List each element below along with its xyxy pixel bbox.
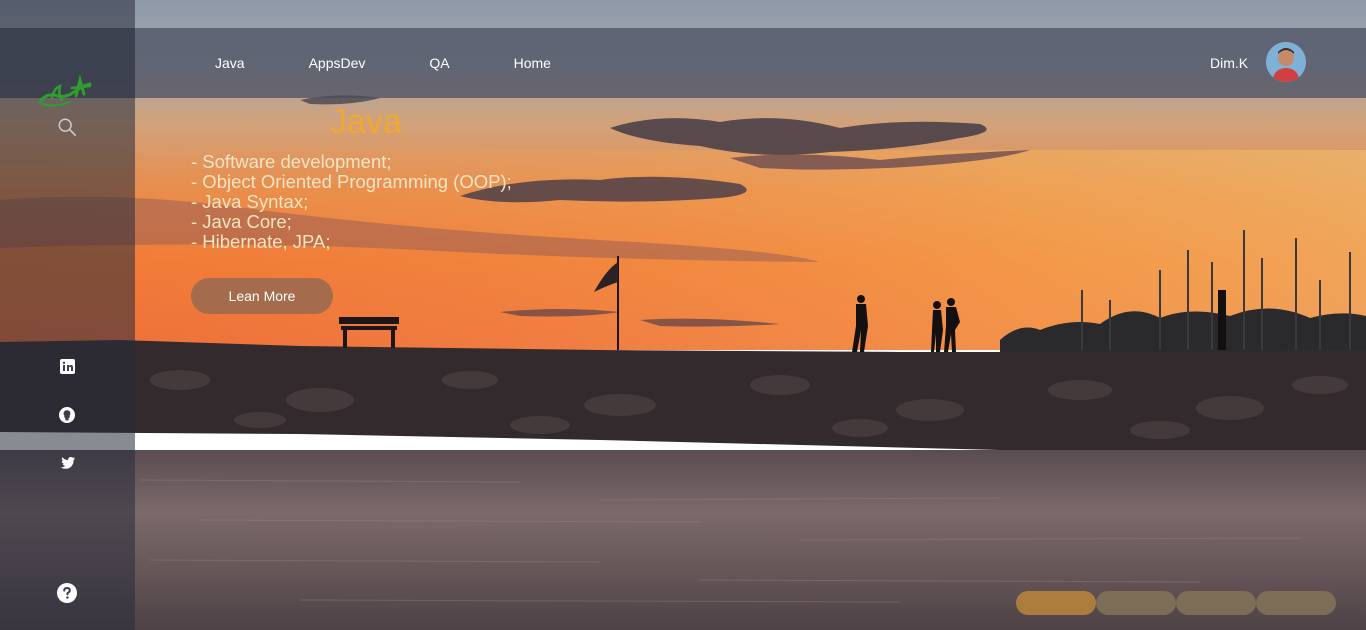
- slide-indicator-4[interactable]: [1256, 591, 1336, 615]
- nav-item-qa[interactable]: QA: [429, 55, 449, 71]
- main-nav: Java AppsDev QA Home: [215, 28, 551, 98]
- nav-item-appsdev[interactable]: AppsDev: [309, 55, 366, 71]
- hero-title: Java: [330, 103, 402, 141]
- avatar[interactable]: [1266, 42, 1306, 82]
- linkedin-icon[interactable]: [57, 356, 77, 376]
- slide-indicator-3[interactable]: [1176, 591, 1256, 615]
- list-item: - Java Core;: [191, 211, 292, 232]
- list-item: - Java Syntax;: [191, 191, 309, 212]
- list-item: - Hibernate, JPA;: [191, 231, 331, 252]
- top-navbar: Java AppsDev QA Home Dim.K: [0, 28, 1366, 107]
- logo-icon[interactable]: [36, 74, 100, 110]
- search-icon[interactable]: [57, 117, 77, 137]
- github-icon[interactable]: [57, 405, 77, 425]
- nav-item-java[interactable]: Java: [215, 55, 245, 71]
- nav-item-home[interactable]: Home: [514, 55, 551, 71]
- user-name[interactable]: Dim.K: [1210, 55, 1248, 71]
- hero-topic-list: - Software development; - Object Oriente…: [191, 152, 512, 252]
- list-item: - Software development;: [191, 151, 392, 172]
- list-item: - Object Oriented Programming (OOP);: [191, 171, 512, 192]
- help-icon[interactable]: [57, 583, 77, 603]
- slide-indicator-2[interactable]: [1096, 591, 1176, 615]
- twitter-icon[interactable]: [57, 453, 77, 473]
- learn-more-button[interactable]: Lean More: [191, 278, 333, 314]
- slide-indicator-1[interactable]: [1016, 591, 1096, 615]
